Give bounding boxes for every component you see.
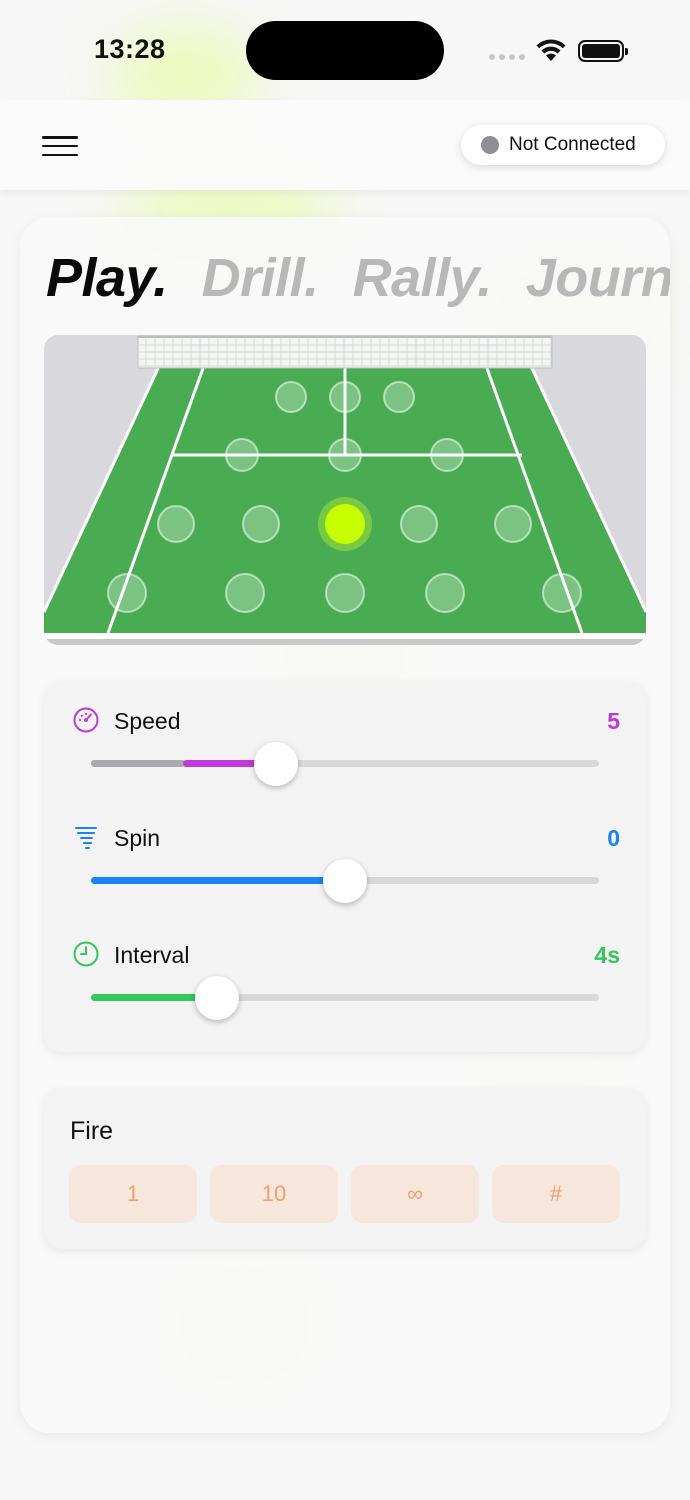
court-target[interactable] [494,505,532,543]
cellular-signal-icon [489,54,525,60]
speedometer-icon [73,707,99,733]
clock-icon [73,941,99,967]
speed-slider-track[interactable] [91,760,599,767]
speed-slider-thumb[interactable] [254,742,298,786]
court-target[interactable] [107,573,147,613]
connection-status-dot [481,136,499,154]
interval-slider-thumb[interactable] [195,976,239,1020]
court-baseline-rail [44,633,646,639]
fire-title: Fire [70,1117,114,1145]
fire-infinite-button[interactable]: ∞ [351,1165,479,1223]
speed-label: Speed [114,708,181,734]
court-target[interactable] [225,573,265,613]
fire-10-button[interactable]: 10 [210,1165,338,1223]
speed-track-min-segment [91,760,185,767]
court-target[interactable] [325,573,365,613]
status-bar: 13:28 [0,0,690,100]
court-target[interactable] [157,505,195,543]
status-time: 13:28 [94,34,166,64]
connection-status-text: Not Connected [509,134,636,155]
connection-status-button[interactable]: Not Connected [461,125,665,165]
court-target-selector [44,335,646,645]
spin-slider-row: Spin 0 [44,825,646,925]
court-target[interactable] [275,381,307,413]
tornado-icon [75,827,97,849]
speed-value: 5 [607,708,620,734]
court-target[interactable] [400,505,438,543]
app-header: Not Connected [0,100,690,190]
fire-custom-count-button[interactable]: # [492,1165,620,1223]
tab-drill[interactable]: Drill. [202,247,320,309]
battery-icon [578,40,628,62]
tennis-net [137,335,553,369]
interval-value: 4s [594,942,620,968]
speed-slider-row: Speed 5 [44,707,646,808]
spin-label: Spin [114,825,161,851]
interval-label: Interval [114,942,190,968]
spin-track-fill [91,877,345,884]
court-target[interactable] [542,573,582,613]
spin-value: 0 [607,825,620,851]
court-target[interactable] [225,438,259,472]
interval-slider-track[interactable] [91,994,599,1001]
wifi-icon [536,39,566,61]
mode-tabs: Play. Drill. Rally. Journey [46,247,670,309]
tab-rally[interactable]: Rally. [353,247,493,309]
court-target[interactable] [383,381,415,413]
tab-play[interactable]: Play. [46,247,168,309]
fire-button-group: 1 10 ∞ # [69,1165,620,1223]
fire-card: Fire 1 10 ∞ # [44,1089,646,1249]
fire-1-button[interactable]: 1 [69,1165,197,1223]
main-card: Play. Drill. Rally. Journey [20,217,670,1433]
dynamic-island [246,21,444,80]
court-target-selected[interactable] [325,504,365,544]
court-target[interactable] [329,381,361,413]
court-target[interactable] [242,505,280,543]
interval-slider-row: Interval 4s [44,941,646,1042]
hamburger-menu-icon[interactable] [42,136,78,156]
tab-journey[interactable]: Journey [526,247,670,309]
court-target[interactable] [425,573,465,613]
settings-sliders-card: Speed 5 Spin 0 Interval 4s [44,682,646,1052]
court-target[interactable] [328,438,362,472]
court-target[interactable] [430,438,464,472]
spin-slider-thumb[interactable] [323,859,367,903]
